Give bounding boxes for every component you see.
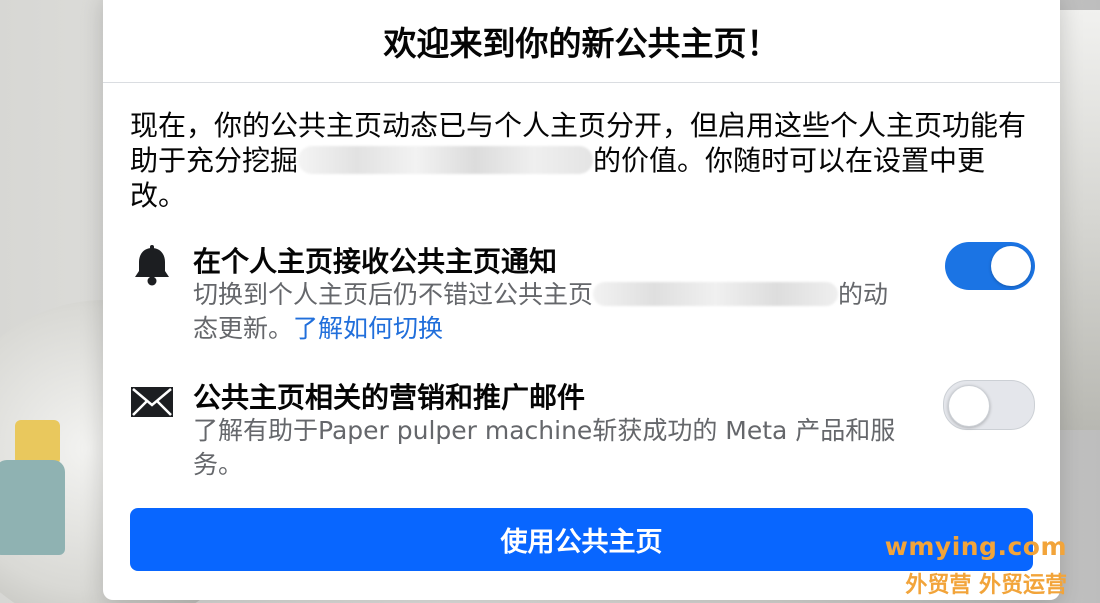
marketing-emails-toggle[interactable] — [943, 380, 1035, 430]
dialog-header: 欢迎来到你的新公共主页！ — [103, 0, 1060, 83]
watermark: wmying.com 外贸营 外贸运营 — [885, 532, 1067, 599]
intro-text: 现在，你的公共主页动态已与个人主页分开，但启用这些个人主页功能有助于充分挖掘 的价… — [130, 108, 1030, 213]
setting-row-notifications: 在个人主页接收公共主页通知 切换到个人主页后仍不错过公共主页 的动态更新。了解如何… — [130, 240, 1035, 350]
setting-title: 在个人主页接收公共主页通知 — [193, 245, 558, 278]
watermark-line1: wmying.com — [884, 532, 1067, 561]
learn-how-to-switch-link[interactable]: 了解如何切换 — [293, 314, 443, 343]
background-vehicle — [15, 420, 60, 465]
dialog-title: 欢迎来到你的新公共主页！ — [383, 24, 780, 63]
setting-description: 了解有助于Paper pulper machine斩获成功的 Meta 产品和服… — [193, 416, 896, 479]
welcome-dialog: 欢迎来到你的新公共主页！ 现在，你的公共主页动态已与个人主页分开，但启用这些个人… — [103, 0, 1060, 600]
notifications-toggle[interactable] — [945, 242, 1035, 290]
background-bus — [0, 460, 65, 555]
envelope-icon — [130, 384, 174, 428]
toggle-knob — [991, 246, 1031, 286]
setting-row-marketing-emails: 公共主页相关的营销和推广邮件 了解有助于Paper pulper machine… — [130, 376, 1035, 486]
toggle-knob — [948, 385, 990, 427]
setting-description-part1: 切换到个人主页后仍不错过公共主页 — [193, 280, 594, 309]
setting-description: 切换到个人主页后仍不错过公共主页 的动态更新。了解如何切换 — [193, 278, 903, 346]
redacted-page-name — [298, 146, 594, 174]
setting-title: 公共主页相关的营销和推广邮件 — [193, 381, 586, 414]
redacted-page-name — [593, 282, 839, 306]
bell-icon — [130, 244, 174, 288]
watermark-line2: 外贸营 外贸运营 — [905, 573, 1067, 598]
